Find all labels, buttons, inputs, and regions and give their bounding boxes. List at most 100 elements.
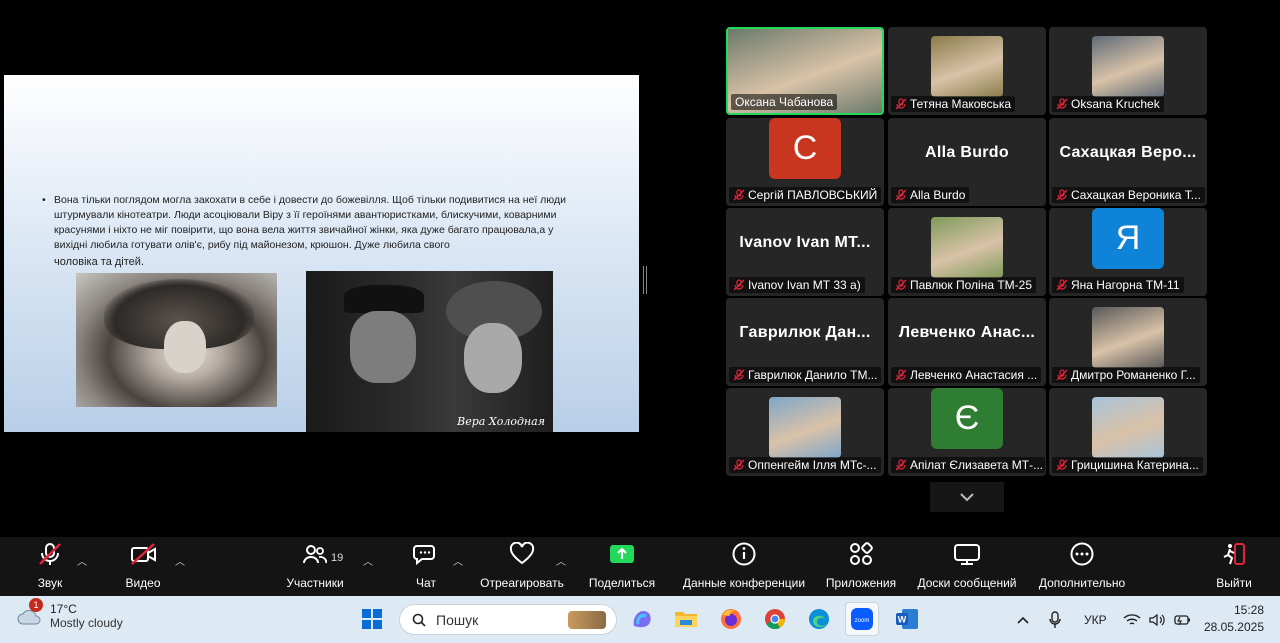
participant-avatar-letter: С (769, 118, 841, 179)
tray-mic[interactable] (1048, 596, 1062, 643)
meeting-info-button[interactable]: Данные конференции (678, 537, 810, 596)
participant-tile[interactable]: Дмитро Романенко Г... (1049, 298, 1207, 386)
chat-button[interactable]: Чат (413, 537, 439, 596)
participant-tile[interactable]: Я Яна Нагорна ТМ-11 (1049, 208, 1207, 296)
participant-tile[interactable]: С Сергій ПАВЛОВСЬКИЙ (726, 118, 884, 206)
search-placeholder: Пошук (436, 611, 479, 628)
tray-status-icons[interactable] (1123, 596, 1191, 643)
svg-text:zoom: zoom (855, 618, 870, 624)
participant-tile[interactable]: Сахацкая Веро... Сахацкая Вероника Т... (1049, 118, 1207, 206)
share-label: Поделиться (588, 576, 656, 590)
participant-name-label: Тетяна Маковська (891, 96, 1016, 112)
apps-icon (850, 542, 873, 565)
mic-muted-icon (1056, 189, 1068, 201)
participant-name-label: Ivanov Ivan МТ 33 а) (729, 277, 865, 293)
participant-name: Alla Burdo (910, 188, 966, 202)
heart-icon (509, 542, 535, 565)
participant-name: Левченко Анастасия ... (910, 368, 1038, 382)
tray-overflow-button[interactable] (1016, 596, 1030, 643)
share-screen-icon (610, 545, 634, 563)
participant-tile[interactable]: Alla Burdo Alla Burdo (888, 118, 1046, 206)
weather-desc: Mostly cloudy (50, 616, 123, 630)
chrome-button[interactable] (760, 604, 790, 634)
firefox-icon (721, 609, 741, 629)
participant-tile[interactable]: Оксана Чабанова (726, 27, 884, 115)
participant-tile[interactable]: Грицишина Катерина... (1049, 388, 1207, 476)
taskbar-search[interactable]: Пошук (399, 604, 617, 635)
participant-name-label: Оппенгейм Ілля МТс-... (729, 457, 881, 473)
zoom-taskbar-button[interactable]: zoom (845, 602, 879, 636)
participants-label: Участники (286, 576, 344, 590)
react-button[interactable]: Отреагировать (476, 537, 568, 596)
mic-muted-icon (1056, 369, 1068, 381)
participant-video (1092, 307, 1164, 368)
mic-muted-icon (895, 279, 907, 291)
participant-tile[interactable]: Оппенгейм Ілля МТс-... (726, 388, 884, 476)
participant-name: Оксана Чабанова (735, 95, 834, 109)
leave-button[interactable]: Выйти (1214, 537, 1254, 596)
participant-video (1092, 36, 1164, 97)
whiteboards-button[interactable]: Доски сообщений (913, 537, 1021, 596)
participant-name-label: Павлюк Поліна ТМ-25 (891, 277, 1036, 293)
participant-tile[interactable]: Ivanov Ivan МТ... Ivanov Ivan МТ 33 а) (726, 208, 884, 296)
participant-display-name: Сахацкая Веро... (1059, 144, 1197, 161)
video-options-caret[interactable]: ︿ (175, 553, 185, 568)
portrait-photo-couple: Вера Холодная (306, 271, 553, 432)
audio-options-caret[interactable]: ︿ (77, 553, 87, 568)
participant-video (769, 397, 841, 458)
bullet: • (42, 194, 46, 206)
participant-tile[interactable]: Павлюк Поліна ТМ-25 (888, 208, 1046, 296)
participant-name-label: Грицишина Катерина... (1052, 457, 1203, 473)
edge-button[interactable] (804, 604, 834, 634)
start-button[interactable] (357, 604, 387, 634)
search-highlight-icon (568, 610, 606, 629)
react-options-caret[interactable]: ︿ (556, 553, 566, 568)
more-button[interactable]: Дополнительно (1034, 537, 1130, 596)
participants-button[interactable]: Участники (284, 537, 346, 596)
weather-temp: 17°C (50, 602, 77, 616)
leave-label: Выйти (1216, 576, 1252, 590)
video-label: Видео (125, 576, 161, 590)
mic-muted-icon (895, 459, 907, 471)
mic-muted-icon (39, 543, 61, 565)
participant-avatar-letter: Є (931, 388, 1003, 449)
split-resize-handle[interactable] (643, 266, 647, 294)
participant-video (931, 217, 1003, 278)
participant-name: Грицишина Катерина... (1071, 458, 1199, 472)
participant-tile[interactable]: Левченко Анас... Левченко Анастасия ... (888, 298, 1046, 386)
apps-button[interactable]: Приложения (822, 537, 900, 596)
participant-tile[interactable]: Гаврилюк Дан... Гаврилюк Данило ТМ... (726, 298, 884, 386)
participant-tile[interactable]: Є Апілат Єлизавета МТ-... (888, 388, 1046, 476)
participant-display-name: Левченко Анас... (898, 324, 1036, 341)
participants-count: 19 (331, 552, 344, 564)
participants-options-caret[interactable]: ︿ (363, 553, 373, 568)
weather-badge: 1 (29, 598, 43, 612)
chat-label: Чат (416, 576, 436, 590)
participant-tile[interactable]: Тетяна Маковська (888, 27, 1046, 115)
share-button[interactable]: Поделиться (586, 537, 658, 596)
participant-display-name: Гаврилюк Дан... (739, 324, 871, 341)
language-indicator[interactable]: УКР (1084, 596, 1107, 643)
gallery-scroll-down-button[interactable] (930, 482, 1004, 512)
participant-name: Ivanov Ivan МТ 33 а) (748, 278, 861, 292)
participants-icon (303, 545, 328, 564)
mic-muted-icon (895, 189, 907, 201)
audio-button[interactable]: Звук (30, 537, 70, 596)
video-button[interactable]: Видео (122, 537, 164, 596)
copilot-button[interactable] (627, 604, 657, 634)
taskbar-clock[interactable]: 15:28 28.05.2025 (1204, 602, 1264, 636)
participant-gallery: Оксана Чабанова Тетяна Маковська Oksana Kr… (726, 27, 1208, 477)
word-button[interactable]: W (892, 604, 922, 634)
firefox-button[interactable] (716, 604, 746, 634)
clock-date: 28.05.2025 (1203, 620, 1264, 634)
participant-name-label: Сергій ПАВЛОВСЬКИЙ (729, 187, 882, 203)
file-explorer-button[interactable] (671, 604, 701, 634)
chat-options-caret[interactable]: ︿ (453, 553, 463, 568)
mic-muted-icon (733, 189, 745, 201)
volume-icon (1149, 613, 1165, 626)
copilot-icon (633, 611, 651, 628)
participant-name-label: Оксана Чабанова (731, 94, 838, 110)
windows-logo-icon (362, 609, 382, 629)
clock-time: 15:28 (1233, 603, 1264, 617)
participant-tile[interactable]: Oksana Kruchek (1049, 27, 1207, 115)
